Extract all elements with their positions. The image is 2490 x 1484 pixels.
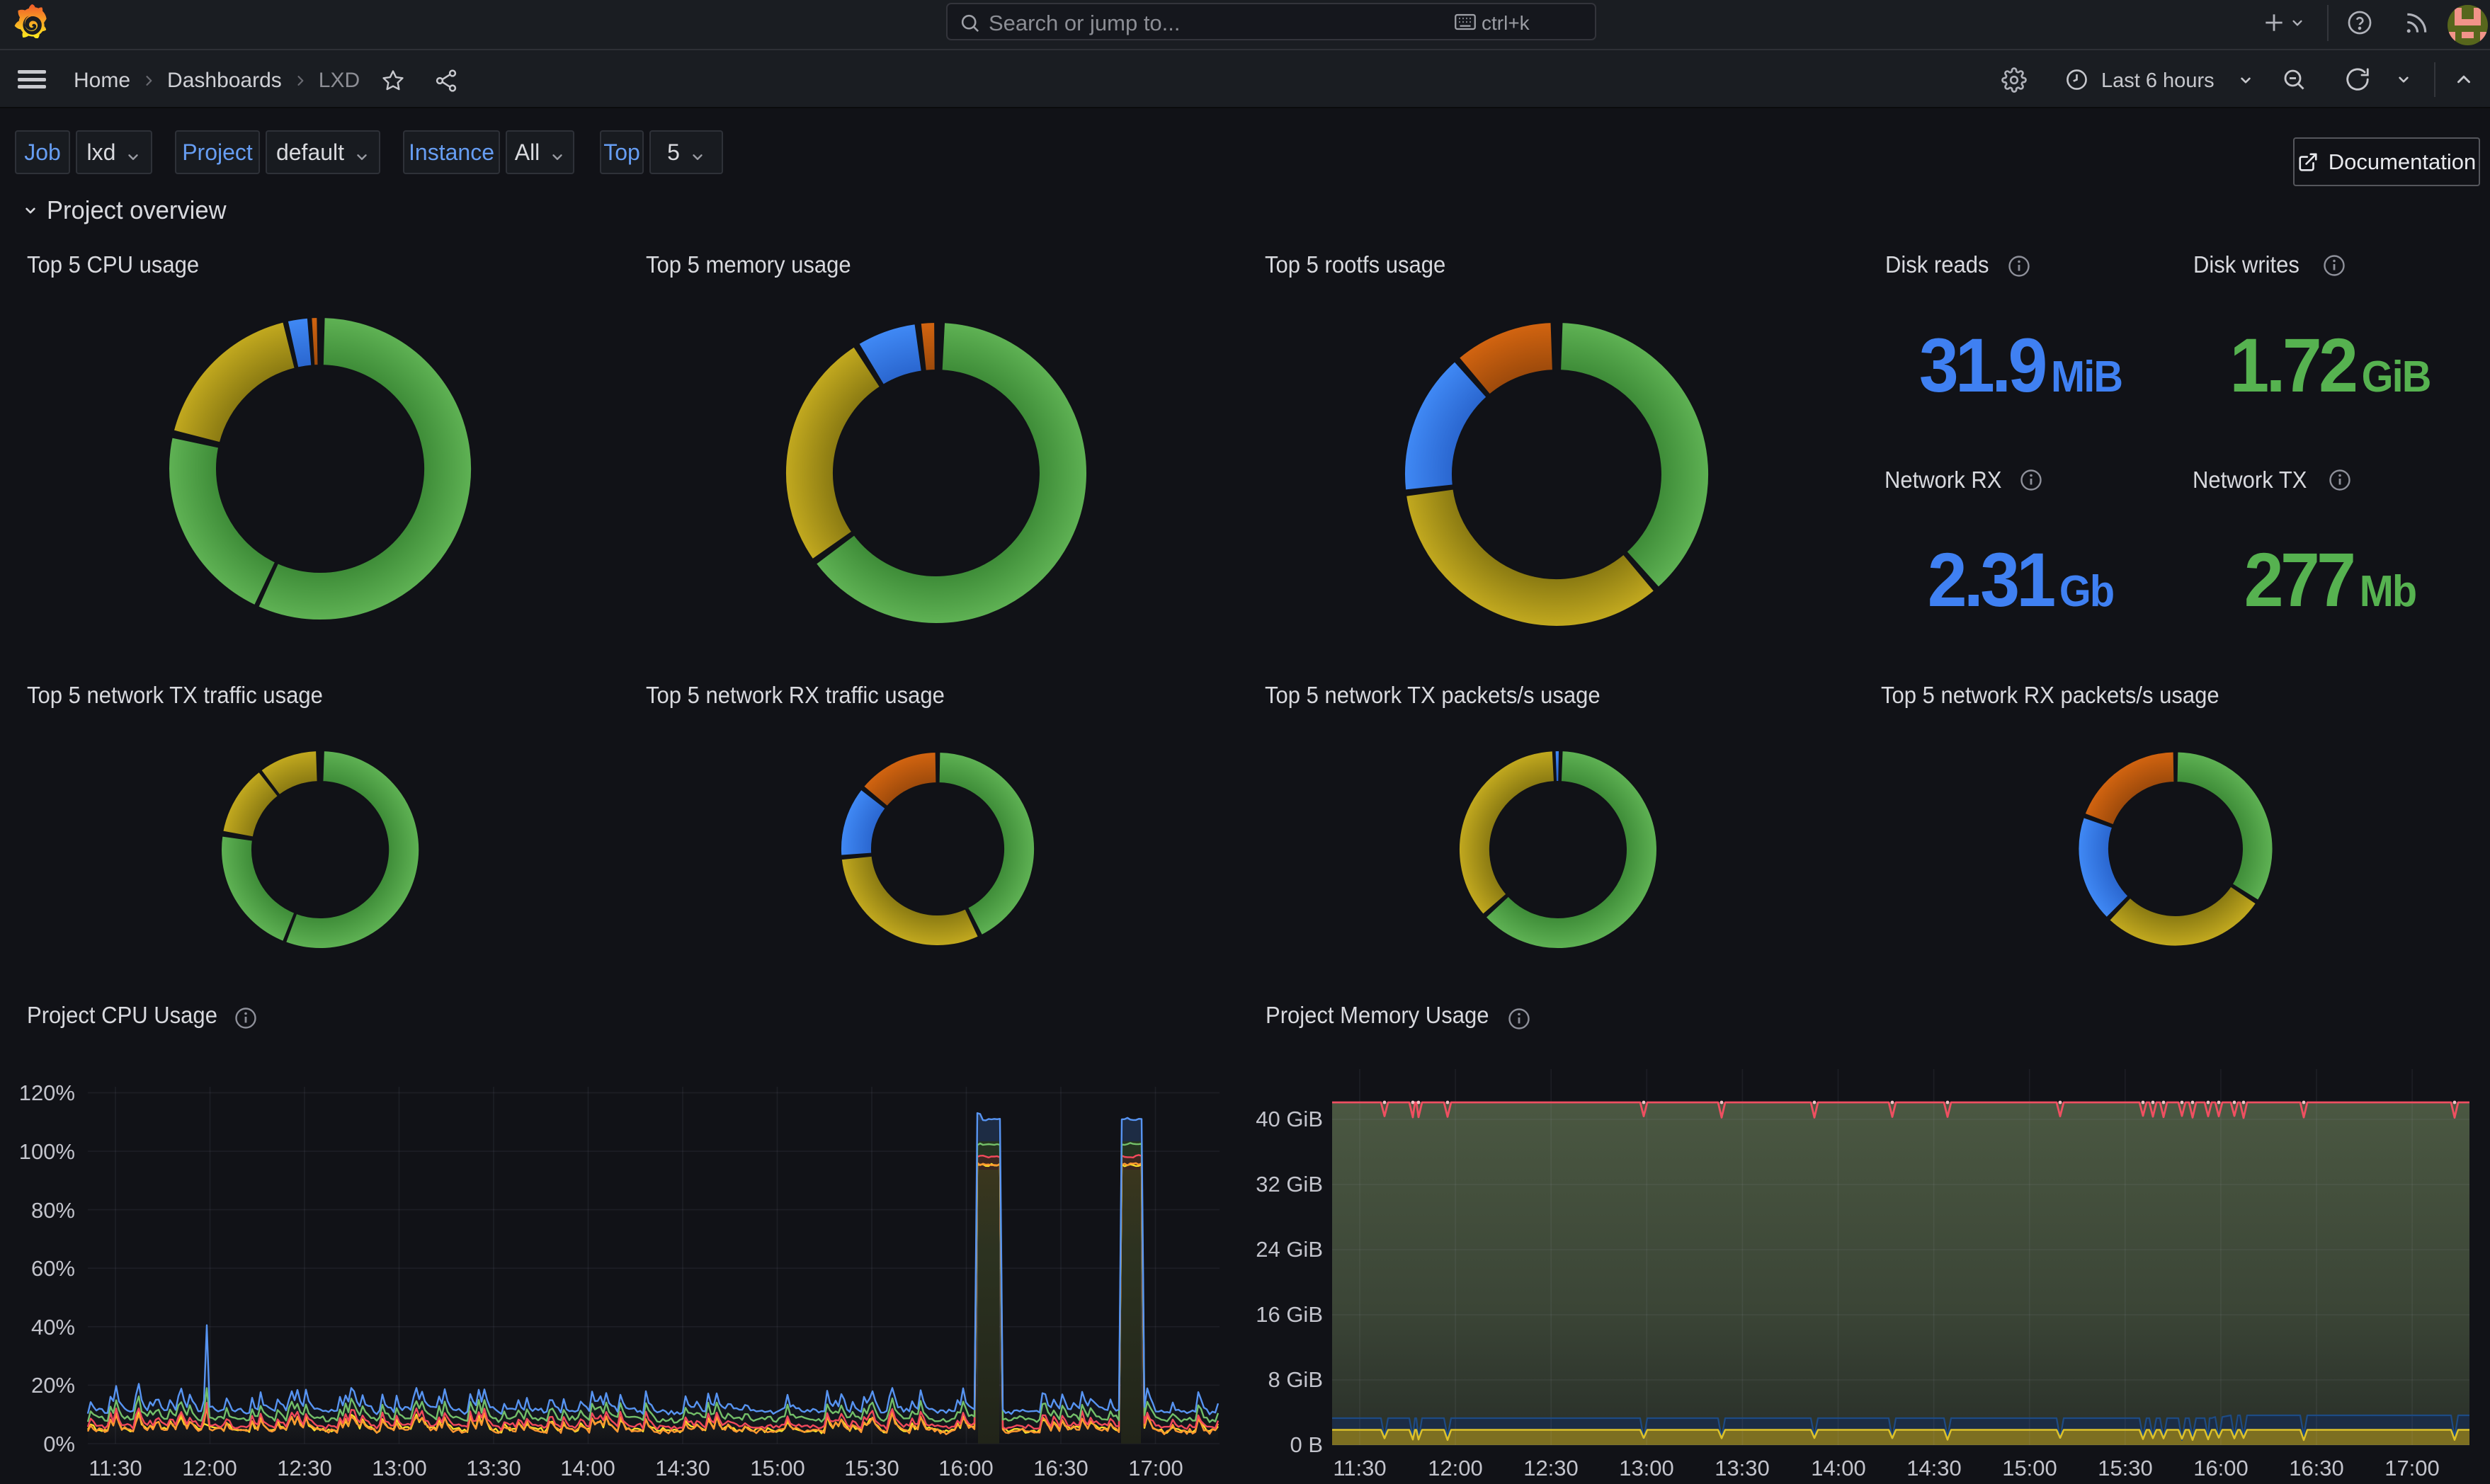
svg-text:17:00: 17:00 [1128, 1456, 1183, 1480]
svg-text:60%: 60% [31, 1256, 75, 1281]
svg-text:14:30: 14:30 [655, 1456, 710, 1480]
svg-text:8 GiB: 8 GiB [1268, 1367, 1323, 1392]
svg-text:12:30: 12:30 [277, 1456, 332, 1480]
svg-text:120%: 120% [19, 1080, 75, 1105]
svg-text:15:30: 15:30 [2098, 1456, 2153, 1480]
svg-text:12:00: 12:00 [1428, 1456, 1483, 1480]
svg-text:15:00: 15:00 [2002, 1456, 2057, 1480]
svg-text:12:00: 12:00 [182, 1456, 237, 1480]
svg-text:16:00: 16:00 [2193, 1456, 2249, 1480]
svg-text:80%: 80% [31, 1198, 75, 1223]
svg-text:16:00: 16:00 [938, 1456, 994, 1480]
svg-text:0 B: 0 B [1290, 1432, 1323, 1457]
svg-text:15:30: 15:30 [844, 1456, 899, 1480]
svg-text:16:30: 16:30 [1033, 1456, 1088, 1480]
svg-text:40%: 40% [31, 1315, 75, 1340]
svg-text:15:00: 15:00 [750, 1456, 805, 1480]
svg-text:13:30: 13:30 [1715, 1456, 1770, 1480]
svg-text:13:00: 13:00 [1619, 1456, 1674, 1480]
svg-text:12:30: 12:30 [1523, 1456, 1579, 1480]
svg-text:14:30: 14:30 [1906, 1456, 1962, 1480]
svg-text:32 GiB: 32 GiB [1256, 1172, 1323, 1197]
svg-text:0%: 0% [43, 1432, 75, 1456]
svg-text:11:30: 11:30 [1333, 1456, 1386, 1480]
svg-text:100%: 100% [19, 1139, 75, 1164]
svg-text:20%: 20% [31, 1373, 75, 1398]
svg-text:40 GiB: 40 GiB [1256, 1107, 1323, 1131]
svg-text:14:00: 14:00 [1811, 1456, 1866, 1480]
svg-text:14:00: 14:00 [560, 1456, 615, 1480]
svg-text:11:30: 11:30 [89, 1456, 142, 1480]
svg-text:16:30: 16:30 [2289, 1456, 2344, 1480]
svg-text:16 GiB: 16 GiB [1256, 1302, 1323, 1327]
svg-text:17:00: 17:00 [2384, 1456, 2440, 1480]
svg-text:13:30: 13:30 [466, 1456, 521, 1480]
svg-text:24 GiB: 24 GiB [1256, 1237, 1323, 1262]
svg-text:13:00: 13:00 [372, 1456, 427, 1480]
